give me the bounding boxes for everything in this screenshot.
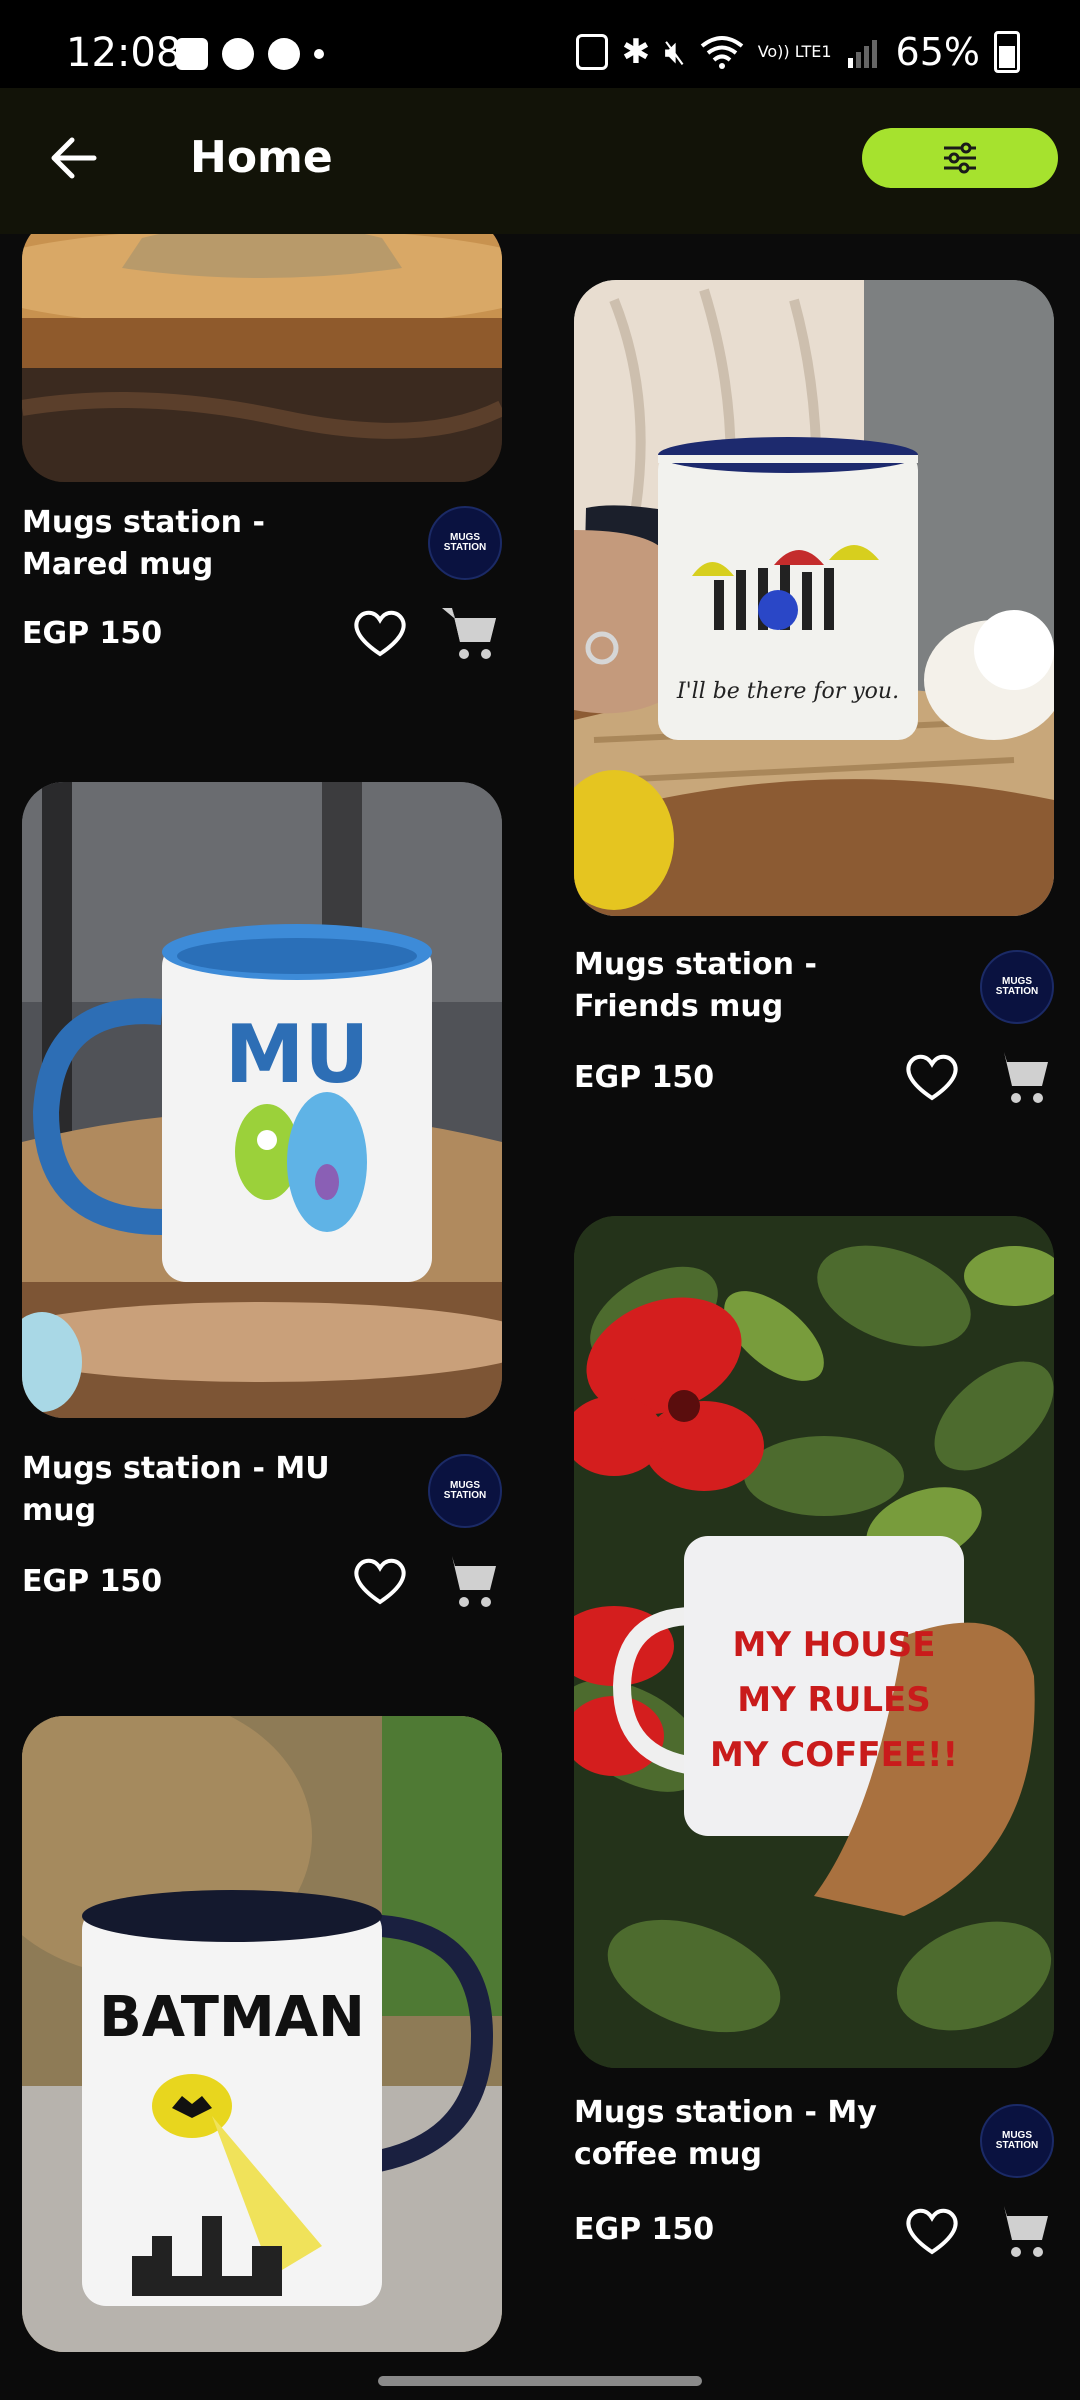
filter-button[interactable] xyxy=(862,128,1058,188)
product-price: EGP 150 xyxy=(574,2212,715,2247)
product-price: EGP 150 xyxy=(22,1564,163,1599)
cart-icon[interactable] xyxy=(438,602,500,664)
product-card[interactable]: MY HOUSE MY RULES MY COFFEE!! Mugs stati… xyxy=(574,1216,1054,2257)
heart-icon[interactable] xyxy=(904,1052,960,1102)
wifi-icon xyxy=(700,36,743,69)
product-name: Mugs station - Mared mug xyxy=(22,505,265,582)
friends-mug-photo: I'll be there for you. xyxy=(574,280,1054,916)
batman-mug-photo: BATMAN xyxy=(22,1716,502,2352)
store-logo[interactable]: MUGS STATION xyxy=(428,506,502,580)
notification-icons xyxy=(176,38,324,70)
heart-icon[interactable] xyxy=(904,2206,960,2256)
heart-icon[interactable] xyxy=(352,608,408,658)
store-logo[interactable]: MUGS STATION xyxy=(428,1454,502,1528)
snapchat-icon xyxy=(268,38,300,70)
product-grid: Mugs station - Mared mug MUGS STATION EG… xyxy=(0,234,1080,2400)
cart-icon[interactable] xyxy=(438,1550,500,1612)
network-label: Vo)) LTE1 xyxy=(757,42,832,61)
cart-icon[interactable] xyxy=(990,1046,1052,1108)
product-card[interactable]: MU Mugs station - MU mug MUGS STATION EG… xyxy=(22,782,502,1607)
signal-icon xyxy=(847,40,877,68)
product-name: Mugs station - Friends mug xyxy=(574,947,817,1024)
product-image[interactable] xyxy=(22,234,502,482)
more-notifications-icon xyxy=(314,49,324,59)
product-name: Mugs station - MU mug xyxy=(22,1451,330,1528)
bluetooth-icon: ✱ xyxy=(621,32,651,72)
mug-print-mu: MU xyxy=(225,1008,370,1101)
mute-icon: 🔇︎ xyxy=(664,32,686,72)
product-image[interactable]: I'll be there for you. xyxy=(574,280,1054,916)
coffee-mug-photo: MY HOUSE MY RULES MY COFFEE!! xyxy=(574,1216,1054,2068)
mug-print-batman: BATMAN xyxy=(99,1985,365,2050)
product-card[interactable]: I'll be there for you. Mugs station - Fr… xyxy=(574,280,1054,1103)
gallery-icon xyxy=(176,38,208,70)
mug-print-friends: I'll be there for you. xyxy=(676,679,899,704)
sliders-icon xyxy=(944,142,976,174)
heart-icon[interactable] xyxy=(352,1556,408,1606)
store-logo[interactable]: MUGS STATION xyxy=(980,950,1054,1024)
product-image[interactable]: BATMAN xyxy=(22,1716,502,2352)
product-image[interactable]: MU xyxy=(22,782,502,1418)
product-price: EGP 150 xyxy=(574,1060,715,1095)
product-image[interactable]: MY HOUSE MY RULES MY COFFEE!! xyxy=(574,1216,1054,2068)
app-bar: Home xyxy=(0,88,1080,234)
status-time: 12:08 xyxy=(66,30,182,76)
product-card[interactable]: Mugs station - Mared mug MUGS STATION EG… xyxy=(22,234,502,659)
arrow-left-icon[interactable] xyxy=(44,128,104,188)
mared-mug-photo xyxy=(22,234,502,482)
status-bar: 12:08 ✱ 🔇︎ Vo)) LTE1 65% xyxy=(0,0,1080,88)
battery-saver-icon xyxy=(575,34,608,70)
product-name: Mugs station - My coffee mug xyxy=(574,2095,877,2172)
mug-print-line-2: MY RULES xyxy=(737,1680,930,1720)
battery-icon xyxy=(994,31,1020,73)
mug-print-line-1: MY HOUSE xyxy=(733,1625,936,1665)
mug-print-line-3: MY COFFEE!! xyxy=(710,1735,958,1775)
store-logo[interactable]: MUGS STATION xyxy=(980,2104,1054,2178)
status-right: ✱ 🔇︎ Vo)) LTE1 65% xyxy=(575,30,1020,74)
home-indicator[interactable] xyxy=(378,2376,702,2386)
whatsapp-icon xyxy=(222,38,254,70)
product-card[interactable]: BATMAN xyxy=(22,1716,502,2352)
cart-icon[interactable] xyxy=(990,2200,1052,2262)
mu-mug-photo: MU xyxy=(22,782,502,1418)
product-price: EGP 150 xyxy=(22,616,163,651)
page-title: Home xyxy=(190,132,333,183)
battery-percent: 65% xyxy=(895,30,980,74)
